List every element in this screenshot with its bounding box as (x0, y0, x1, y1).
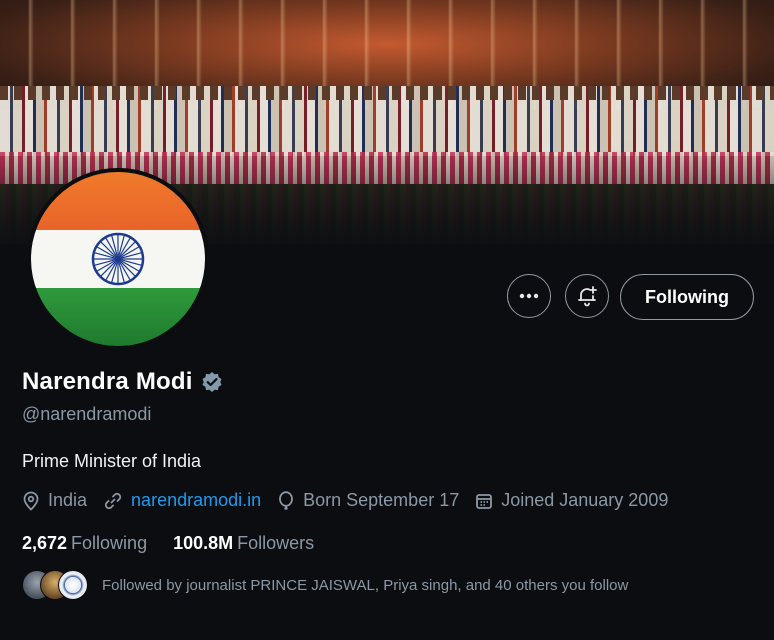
more-options-button[interactable] (507, 274, 551, 318)
followers-stat[interactable]: 100.8M Followers (173, 533, 314, 554)
mutual-avatars (22, 570, 88, 600)
ashoka-chakra-icon (91, 232, 145, 286)
flag-saffron-band (31, 172, 205, 231)
joined-text: Joined January 2009 (501, 490, 669, 510)
location-item: India (22, 490, 87, 511)
location-pin-icon (23, 491, 39, 511)
followed-by-text: Followed by journalist PRINCE JAISWAL, P… (102, 576, 629, 594)
profile-meta: India narendramodi.in Born September 17 … (22, 490, 684, 511)
following-stat[interactable]: 2,672 Following (22, 533, 147, 554)
joined-item: Joined January 2009 (475, 490, 668, 511)
verified-badge-icon[interactable] (201, 371, 223, 393)
website-item[interactable]: narendramodi.in (103, 490, 261, 511)
balloon-icon (279, 490, 294, 510)
banner-crowd-heads (0, 86, 774, 100)
following-label: Following (71, 533, 148, 553)
following-button[interactable]: Following (620, 274, 754, 320)
profile-avatar[interactable] (27, 168, 209, 350)
profile-handle: @narendramodi (22, 404, 152, 424)
notifications-button[interactable] (565, 274, 609, 318)
followers-label: Followers (237, 533, 315, 553)
more-horizontal-icon (519, 293, 539, 299)
mutual-avatar (58, 570, 88, 600)
followers-count: 100.8M (173, 533, 234, 553)
profile-name-row: Narendra Modi (22, 368, 223, 396)
link-icon (104, 492, 122, 509)
following-count: 2,672 (22, 533, 68, 553)
birthday-item: Born September 17 (277, 490, 459, 511)
calendar-icon (476, 493, 493, 509)
flag-green-band (31, 287, 205, 346)
followed-by-row[interactable]: Followed by journalist PRINCE JAISWAL, P… (22, 570, 628, 600)
website-link[interactable]: narendramodi.in (131, 490, 261, 511)
profile-name: Narendra Modi (22, 368, 193, 395)
profile-bio: Prime Minister of India (22, 451, 202, 471)
location-text: India (48, 490, 88, 510)
follow-stats: 2,672 Following 100.8M Followers (22, 533, 340, 554)
bell-plus-icon (578, 286, 597, 307)
birthday-text: Born September 17 (303, 490, 460, 510)
